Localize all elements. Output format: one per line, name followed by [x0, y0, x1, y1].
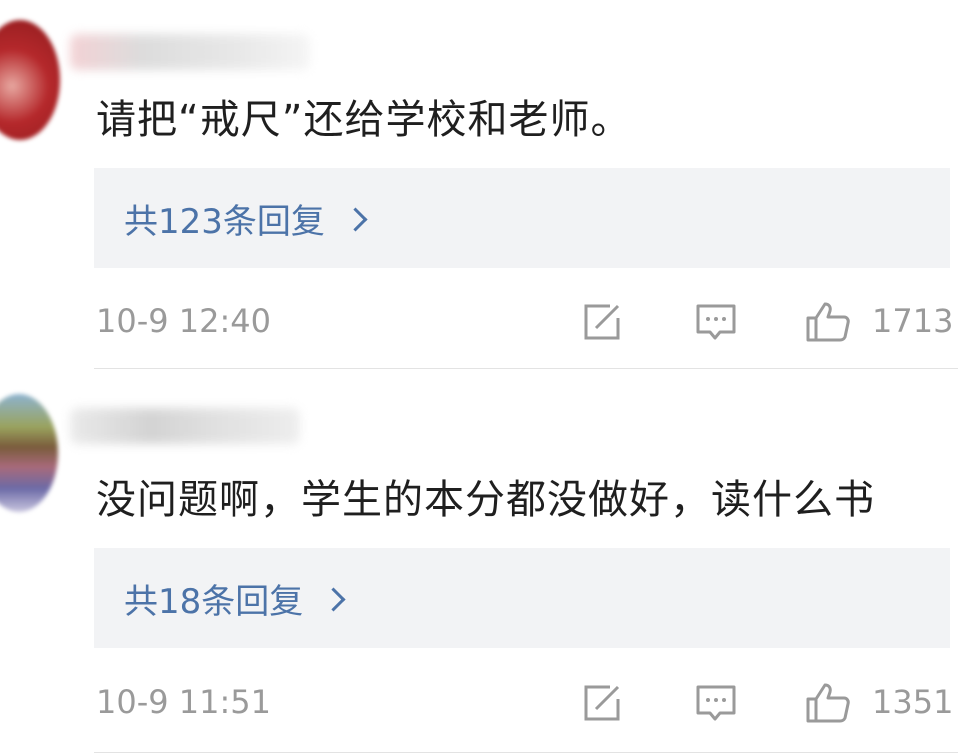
comment-bubble-icon[interactable] [694, 681, 738, 725]
comment-text: 没问题啊，学生的本分都没做好，读什么书 [96, 477, 875, 523]
divider [94, 368, 958, 369]
comment-timestamp: 10-9 12:40 [96, 302, 272, 340]
username-blurred[interactable] [70, 34, 310, 70]
chevron-right-icon [343, 206, 368, 232]
reply-count-label: 共123条回复 [124, 201, 325, 242]
comment-bubble-icon[interactable] [694, 300, 738, 344]
avatar[interactable] [0, 394, 58, 512]
comment-meta-row: 10-9 12:40 1713 [94, 296, 954, 346]
comment-timestamp: 10-9 11:51 [96, 683, 272, 721]
like-count: 1713 [872, 302, 954, 340]
view-replies-button[interactable]: 共123条回复 [94, 168, 950, 268]
comment-list: 请把“戒尺”还给学校和老师。 共123条回复 10-9 12:40 1713 没… [0, 0, 958, 755]
share-edit-icon[interactable] [580, 300, 624, 344]
reply-count-label: 共18条回复 [124, 581, 304, 622]
thumbs-up-icon[interactable] [804, 681, 850, 725]
divider [94, 752, 958, 753]
comment-meta-row: 10-9 11:51 1351 [94, 677, 954, 727]
avatar[interactable] [0, 20, 60, 140]
comment-text: 请把“戒尺”还给学校和老师。 [96, 97, 632, 143]
chevron-right-icon [321, 586, 346, 612]
share-edit-icon[interactable] [580, 681, 624, 725]
thumbs-up-icon[interactable] [804, 300, 850, 344]
comment-item: 没问题啊，学生的本分都没做好，读什么书 共18条回复 10-9 11:51 13… [0, 372, 958, 755]
comment-item: 请把“戒尺”还给学校和老师。 共123条回复 10-9 12:40 1713 [0, 0, 958, 370]
username-blurred[interactable] [70, 408, 300, 444]
view-replies-button[interactable]: 共18条回复 [94, 548, 950, 648]
like-count: 1351 [872, 683, 954, 721]
